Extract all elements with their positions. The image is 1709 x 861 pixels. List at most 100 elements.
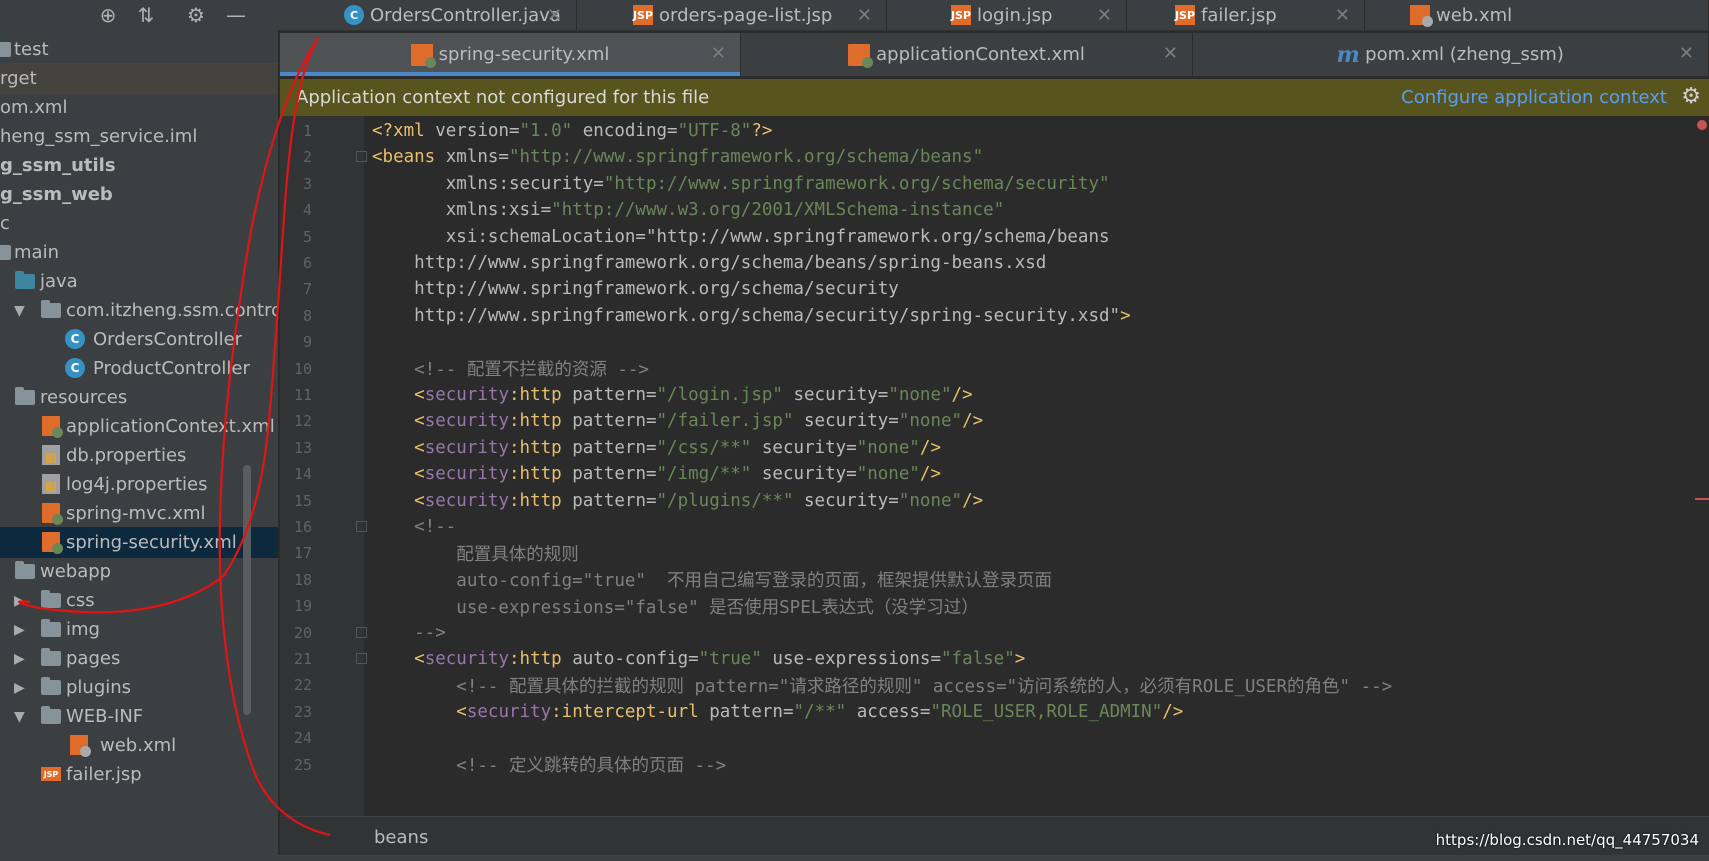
tree-item-spring-mvc[interactable]: spring-mvc.xml — [0, 498, 278, 529]
close-icon[interactable]: ✕ — [547, 5, 562, 26]
tree-item-test[interactable]: test — [0, 34, 278, 65]
code-editor[interactable]: 1 <?xml version="1.0" encoding="UTF-8"?> 2… — [280, 116, 1709, 816]
code-line[interactable]: 3 xmlns:security="http://www.springframe… — [280, 170, 1709, 198]
tree-label: g_ssm_web — [0, 184, 113, 205]
chevron-right-icon[interactable]: ▶ — [14, 622, 25, 638]
tree-item-pom-xml[interactable]: om.xml — [0, 92, 278, 123]
code-line[interactable]: 15 <security:http pattern="/plugins/**" … — [280, 487, 1709, 515]
tree-item-web-inf[interactable]: ▼ WEB-INF — [0, 701, 278, 732]
configure-context-link[interactable]: Configure application context — [1401, 87, 1667, 108]
jsp-icon: JSP — [633, 5, 653, 25]
tree-scrollbar[interactable] — [243, 465, 251, 715]
chevron-right-icon[interactable]: ▶ — [14, 593, 25, 609]
chevron-right-icon[interactable]: ▶ — [14, 651, 25, 667]
tree-item-pages[interactable]: ▶ pages — [0, 643, 278, 674]
code-line[interactable]: 19 use-expressions="false" 是否使用SPEL表达式（没… — [280, 592, 1709, 620]
tree-item-img[interactable]: ▶ img — [0, 614, 278, 645]
tab-application-context-xml[interactable]: applicationContext.xml ✕ — [741, 33, 1193, 76]
line-number: 15 — [293, 491, 312, 510]
tree-item-webapp[interactable]: webapp — [0, 556, 278, 587]
code-line[interactable]: 2 <beans xmlns="http://www.springframewor… — [280, 143, 1709, 171]
tree-item-service-iml[interactable]: heng_ssm_service.iml — [0, 121, 278, 152]
folder-icon — [41, 618, 61, 637]
close-icon[interactable]: ✕ — [1097, 5, 1112, 26]
crosshair-icon[interactable]: ⊕ — [96, 3, 120, 27]
tree-item-main[interactable]: main — [0, 237, 278, 268]
fold-marker-icon[interactable] — [356, 521, 367, 532]
code-line[interactable]: 9 — [280, 328, 1709, 356]
tree-item-ssm-web[interactable]: g_ssm_web — [0, 179, 278, 210]
chevron-down-icon[interactable]: ▼ — [14, 709, 25, 725]
fold-marker-icon[interactable] — [356, 151, 367, 163]
code-line[interactable]: 23 <security:intercept-url pattern="/**"… — [280, 698, 1709, 726]
tab-spring-security-xml[interactable]: spring-security.xml ✕ — [280, 33, 741, 76]
tree-label: webapp — [40, 561, 112, 582]
minimize-icon[interactable]: — — [224, 3, 248, 27]
tree-item-failer-jsp[interactable]: JSP failer.jsp — [0, 759, 278, 790]
tree-item-controller-package[interactable]: ▼ com.itzheng.ssm.controlle — [0, 295, 278, 326]
tree-item-java[interactable]: java — [0, 266, 278, 297]
tab-orders-controller[interactable]: C OrdersController.java ✕ — [280, 0, 577, 30]
code-line[interactable]: 12 <security:http pattern="/failer.jsp" … — [280, 407, 1709, 435]
code-line[interactable]: 20 --> — [280, 619, 1709, 647]
tab-web-xml[interactable]: web.xml — [1365, 0, 1709, 30]
tree-item-target[interactable]: rget — [0, 63, 278, 94]
code-line[interactable]: 18 auto-config="true" 不用自己编写登录的页面，框架提供默认… — [280, 566, 1709, 594]
chevron-down-icon[interactable]: ▼ — [14, 303, 25, 319]
gear-icon[interactable]: ⚙ — [184, 3, 208, 27]
chevron-right-icon[interactable]: ▶ — [14, 680, 25, 696]
code-line[interactable]: 8 http://www.springframework.org/schema/… — [280, 302, 1709, 330]
tree-item-log4j-properties[interactable]: log4j.properties — [0, 469, 278, 500]
tab-pom-xml[interactable]: m pom.xml (zheng_ssm) ✕ — [1193, 33, 1709, 76]
fold-marker-icon[interactable] — [356, 653, 367, 664]
breadcrumb-item[interactable]: beans — [374, 827, 428, 848]
tree-item-css[interactable]: ▶ css — [0, 585, 278, 616]
code-line[interactable]: 7 http://www.springframework.org/schema/… — [280, 275, 1709, 303]
code-line[interactable]: 25 <!-- 定义跳转的具体的页面 --> — [280, 751, 1709, 779]
code-text: <security:http pattern="/login.jsp" secu… — [414, 385, 973, 405]
editor-scrollbar[interactable] — [1699, 116, 1709, 816]
error-stripe-mark[interactable] — [1695, 498, 1709, 500]
code-line[interactable]: 5 xsi:schemaLocation="http://www.springf… — [280, 223, 1709, 251]
close-icon[interactable]: ✕ — [1335, 5, 1350, 26]
close-icon[interactable]: ✕ — [857, 5, 872, 26]
code-line[interactable]: 10 <!-- 配置不拦截的资源 --> — [280, 355, 1709, 383]
tab-orders-page-list[interactable]: JSP orders-page-list.jsp ✕ — [577, 0, 887, 30]
tree-item-ssm-utils[interactable]: g_ssm_utils — [0, 150, 278, 181]
tree-item-application-context[interactable]: applicationContext.xml — [0, 411, 278, 442]
code-line[interactable]: 13 <security:http pattern="/css/**" secu… — [280, 434, 1709, 462]
tree-item-plugins[interactable]: ▶ plugins — [0, 672, 278, 703]
tree-item-resources[interactable]: resources — [0, 382, 278, 413]
tree-item-src[interactable]: c — [0, 208, 278, 239]
close-icon[interactable]: ✕ — [1163, 43, 1178, 64]
code-line[interactable]: 16 <!-- — [280, 513, 1709, 541]
code-text: <!-- 配置不拦截的资源 --> — [372, 360, 649, 381]
tab-failer-jsp[interactable]: JSP failer.jsp ✕ — [1127, 0, 1365, 30]
tree-label: img — [66, 619, 100, 640]
close-icon[interactable]: ✕ — [711, 43, 726, 64]
error-indicator-icon[interactable] — [1697, 120, 1707, 130]
fold-marker-icon[interactable] — [356, 626, 367, 638]
code-text: http://www.springframework.org/schema/be… — [372, 253, 1047, 273]
tree-item-web-xml[interactable]: web.xml — [0, 730, 278, 761]
code-line[interactable]: 21 <security:http auto-config="true" use… — [280, 645, 1709, 673]
code-line[interactable]: 11 <security:http pattern="/login.jsp" s… — [280, 381, 1709, 409]
line-number: 1 — [302, 122, 312, 140]
tree-item-orders-controller[interactable]: C OrdersController — [0, 324, 278, 355]
code-line[interactable]: 4 xmlns:xsi="http://www.w3.org/2001/XMLS… — [280, 196, 1709, 224]
tree-item-db-properties[interactable]: db.properties — [0, 440, 278, 471]
tree-item-spring-security[interactable]: spring-security.xml — [0, 527, 278, 558]
code-line[interactable]: 1 <?xml version="1.0" encoding="UTF-8"?> — [280, 117, 1709, 145]
code-line[interactable]: 6 http://www.springframework.org/schema/… — [280, 249, 1709, 277]
code-line[interactable]: 24 — [280, 724, 1709, 752]
code-line[interactable]: 22 <!-- 配置具体的拦截的规则 pattern="请求路径的规则" acc… — [280, 671, 1709, 699]
tab-login-jsp[interactable]: JSP login.jsp ✕ — [887, 0, 1127, 30]
code-text: xmlns:xsi="http://www.w3.org/2001/XMLSch… — [445, 200, 1005, 221]
gear-icon[interactable]: ⚙ — [1681, 84, 1701, 109]
code-line[interactable]: 17 配置具体的规则 — [280, 539, 1709, 567]
collapse-icon[interactable]: ⇅ — [134, 3, 158, 27]
properties-icon — [42, 474, 60, 494]
close-icon[interactable]: ✕ — [1679, 43, 1694, 64]
tree-item-product-controller[interactable]: C ProductController — [0, 353, 278, 384]
code-line[interactable]: 14 <security:http pattern="/img/**" secu… — [280, 460, 1709, 488]
